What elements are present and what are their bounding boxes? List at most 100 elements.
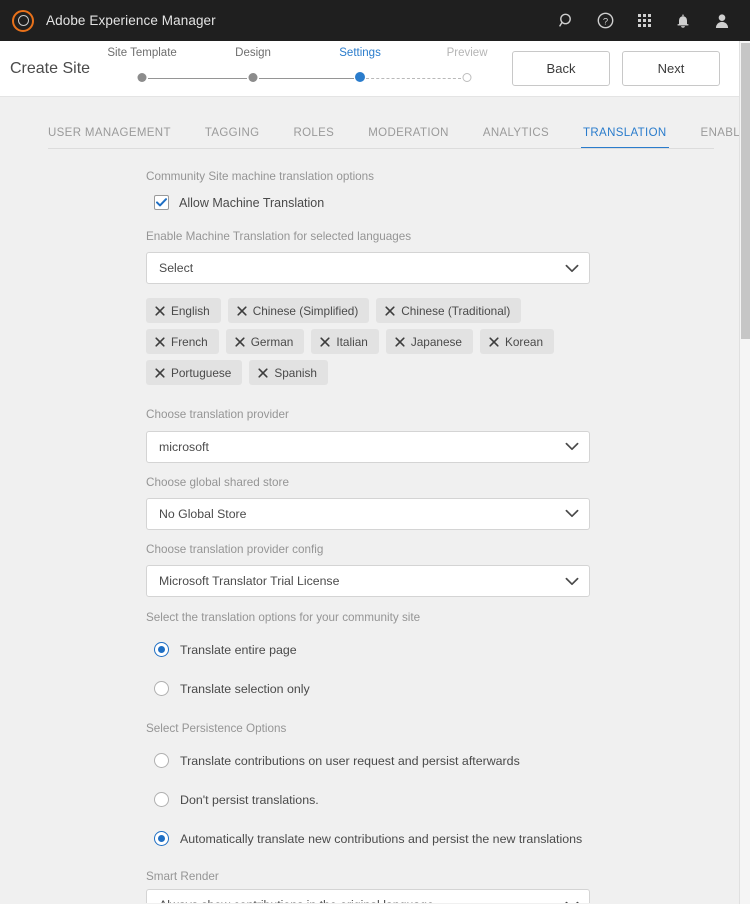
stepper-dot-settings[interactable] [355, 72, 365, 82]
language-chip[interactable]: Chinese (Traditional) [376, 298, 521, 323]
radio-translate-entire-page[interactable] [154, 642, 169, 657]
machine-translation-section-heading: Community Site machine translation optio… [146, 169, 750, 184]
smart-render-value: Always show contributions in the origina… [159, 898, 434, 903]
language-chip[interactable]: German [226, 329, 305, 354]
adobe-experience-manager-logo[interactable] [12, 10, 34, 32]
tab-translation[interactable]: TRANSLATION [583, 127, 667, 149]
search-icon[interactable] [557, 12, 575, 30]
chevron-down-icon [565, 901, 579, 903]
page-scrollbar-thumb[interactable] [741, 43, 750, 339]
language-chip-label: French [171, 335, 208, 349]
language-chip[interactable]: Portuguese [146, 360, 242, 385]
tabbar-divider [48, 148, 714, 149]
notifications-bell-icon[interactable] [674, 12, 692, 30]
step-label-settings[interactable]: Settings [339, 47, 381, 59]
tab-analytics[interactable]: ANALYTICS [483, 127, 549, 149]
chevron-down-icon [565, 264, 579, 273]
persistence-options-label: Select Persistence Options [146, 722, 750, 735]
remove-icon[interactable] [235, 337, 245, 347]
selected-language-chips: English Chinese (Simplified) Chinese (Tr… [146, 298, 596, 385]
radio-automatically-translate[interactable] [154, 831, 169, 846]
radio-persist-on-user-request[interactable] [154, 753, 169, 768]
persistence-option-row-automatic[interactable]: Automatically translate new contribution… [154, 819, 750, 858]
allow-machine-translation-label: Allow Machine Translation [179, 196, 324, 210]
next-button[interactable]: Next [622, 51, 720, 86]
logo-inner-ring [18, 15, 29, 26]
language-chip[interactable]: Italian [311, 329, 378, 354]
remove-icon[interactable] [258, 368, 268, 378]
radio-translate-selection-only[interactable] [154, 681, 169, 696]
language-chip-label: Japanese [411, 335, 462, 349]
language-chip-label: Spanish [274, 366, 317, 380]
svg-text:?: ? [602, 16, 607, 27]
stepper-segment-3 [366, 78, 461, 79]
remove-icon[interactable] [237, 306, 247, 316]
header-icon-group: ? [557, 12, 740, 30]
chevron-down-icon [565, 577, 579, 586]
remove-icon[interactable] [320, 337, 330, 347]
solutions-grid-icon[interactable] [635, 12, 653, 30]
provider-field-label: Choose translation provider [146, 407, 750, 422]
languages-select-value: Select [159, 261, 193, 275]
radio-label-translate-selection-only: Translate selection only [180, 682, 310, 696]
remove-icon[interactable] [395, 337, 405, 347]
translation-options-label: Select the translation options for your … [146, 611, 750, 624]
language-chip-label: Chinese (Simplified) [253, 304, 359, 318]
language-chip-label: Korean [505, 335, 543, 349]
languages-select[interactable]: Select [146, 252, 590, 284]
language-chip[interactable]: Spanish [249, 360, 328, 385]
wizard-actions: Back Next [512, 51, 732, 86]
tab-roles[interactable]: ROLES [293, 127, 334, 149]
allow-machine-translation-row[interactable]: Allow Machine Translation [154, 195, 750, 210]
stepper-segment-2 [259, 78, 354, 79]
tab-user-management[interactable]: USER MANAGEMENT [48, 127, 171, 149]
language-chip[interactable]: French [146, 329, 219, 354]
translation-option-row-selection-only[interactable]: Translate selection only [154, 669, 750, 708]
radio-dont-persist-translations[interactable] [154, 792, 169, 807]
step-label-site-template[interactable]: Site Template [107, 47, 176, 59]
remove-icon[interactable] [155, 368, 165, 378]
radio-label-persist-on-user-request: Translate contributions on user request … [180, 754, 520, 768]
app-title: Adobe Experience Manager [46, 13, 216, 28]
page-scrollbar-track[interactable] [739, 41, 750, 904]
allow-machine-translation-checkbox[interactable] [154, 195, 169, 210]
tab-tagging[interactable]: TAGGING [205, 127, 260, 149]
provider-config-field-label: Choose translation provider config [146, 542, 750, 557]
chevron-down-icon [565, 442, 579, 451]
language-chip[interactable]: Japanese [386, 329, 473, 354]
user-avatar-icon[interactable] [713, 12, 731, 30]
translation-settings-form: Community Site machine translation optio… [0, 149, 750, 903]
translation-provider-select[interactable]: microsoft [146, 431, 590, 463]
smart-render-select[interactable]: Always show contributions in the origina… [146, 889, 590, 903]
help-icon[interactable]: ? [596, 12, 614, 30]
stepper-dot-site-template[interactable] [138, 73, 147, 82]
language-chip-label: Portuguese [171, 366, 231, 380]
language-chip[interactable]: Chinese (Simplified) [228, 298, 370, 323]
persistence-option-row-on-request[interactable]: Translate contributions on user request … [154, 741, 750, 780]
global-store-field-label: Choose global shared store [146, 475, 750, 490]
settings-content: USER MANAGEMENT TAGGING ROLES MODERATION… [0, 97, 750, 903]
language-chip[interactable]: English [146, 298, 221, 323]
remove-icon[interactable] [489, 337, 499, 347]
chevron-down-icon [565, 509, 579, 518]
remove-icon[interactable] [155, 337, 165, 347]
global-shared-store-value: No Global Store [159, 507, 247, 521]
language-chip[interactable]: Korean [480, 329, 554, 354]
app-header: Adobe Experience Manager ? [0, 0, 750, 41]
step-label-preview: Preview [447, 47, 488, 59]
translation-provider-config-select[interactable]: Microsoft Translator Trial License [146, 565, 590, 597]
translation-provider-value: microsoft [159, 440, 209, 454]
radio-label-translate-entire-page: Translate entire page [180, 643, 297, 657]
persistence-option-row-dont-persist[interactable]: Don't persist translations. [154, 780, 750, 819]
back-button[interactable]: Back [512, 51, 610, 86]
checkmark-icon [156, 198, 167, 207]
step-label-design[interactable]: Design [235, 47, 271, 59]
tab-moderation[interactable]: MODERATION [368, 127, 449, 149]
translation-option-row-entire-page[interactable]: Translate entire page [154, 630, 750, 669]
remove-icon[interactable] [385, 306, 395, 316]
global-shared-store-select[interactable]: No Global Store [146, 498, 590, 530]
remove-icon[interactable] [155, 306, 165, 316]
radio-label-dont-persist-translations: Don't persist translations. [180, 793, 319, 807]
stepper-dot-design[interactable] [249, 73, 258, 82]
translation-provider-config-value: Microsoft Translator Trial License [159, 574, 339, 588]
